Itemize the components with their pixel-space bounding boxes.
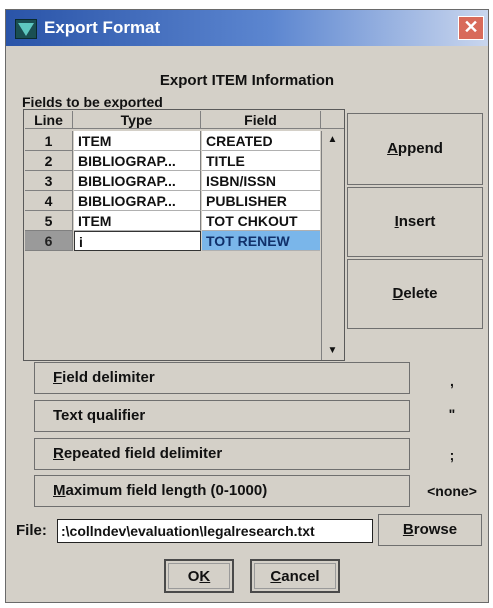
row-field[interactable]: ISBN/ISSN [202, 171, 320, 191]
delete-mnemonic: D [392, 285, 404, 302]
cancel-mnemonic: C [270, 568, 282, 585]
append-button[interactable]: Append [347, 113, 483, 185]
scroll-down-arrow-icon[interactable]: ▼ [323, 342, 342, 360]
row-line-number: 6 [25, 231, 73, 251]
app-logo-icon [15, 19, 37, 39]
append-label: ppend [397, 140, 443, 157]
row-line-number: 4 [25, 191, 73, 211]
column-header-field[interactable]: Field [201, 111, 321, 129]
row-type[interactable]: ITEM [74, 211, 201, 231]
browse-mnemonic: B [402, 521, 414, 538]
ok-button-face: OK [168, 563, 230, 589]
repeated-field-delimiter-label: epeated field delimiter [63, 445, 223, 462]
row-line-number: 3 [25, 171, 73, 191]
text-qualifier-button[interactable]: Text qualifier [34, 400, 410, 432]
repeated-field-delimiter-value: ; [449, 447, 455, 463]
delete-button[interactable]: Delete [347, 259, 483, 329]
row-line-number: 5 [25, 211, 73, 231]
row-type[interactable]: ITEM [74, 131, 201, 151]
row-field[interactable]: TOT CHKOUT [202, 211, 320, 231]
fields-label: Fields to be exported [22, 94, 163, 110]
field-delimiter-label: ield delimiter [62, 369, 155, 386]
cancel-label: ancel [281, 568, 320, 585]
row-line-number: 2 [25, 151, 73, 171]
row-field[interactable]: TITLE [202, 151, 320, 171]
row-field[interactable]: PUBLISHER [202, 191, 320, 211]
text-qualifier-label: Text qualifier [53, 407, 146, 424]
insert-button[interactable]: Insert [347, 187, 483, 257]
window-title: Export Format [44, 18, 161, 37]
text-qualifier-value: " [448, 406, 456, 422]
export-fields-table: Line Type Field 1 ITEM CREATED 2 BIBLIOG… [23, 109, 345, 361]
ok-button[interactable]: OK [164, 559, 234, 593]
close-icon[interactable]: ✕ [458, 16, 484, 40]
file-label: File: [16, 522, 47, 539]
browse-label: rowse [413, 521, 458, 538]
dialog-heading: Export ITEM Information [159, 72, 335, 89]
cancel-button[interactable]: Cancel [250, 559, 340, 593]
max-field-length-mnemonic: M [53, 482, 66, 499]
row-type[interactable]: BIBLIOGRAP... [74, 151, 201, 171]
file-path-input[interactable] [57, 519, 373, 543]
repeated-field-delimiter-mnemonic: R [53, 445, 64, 462]
ok-mnemonic: K [199, 568, 211, 585]
field-delimiter-mnemonic: F [53, 369, 63, 386]
max-field-length-value: <none> [427, 483, 477, 499]
column-header-type[interactable]: Type [73, 111, 201, 129]
scroll-up-arrow-icon[interactable]: ▲ [323, 131, 342, 149]
column-header-corner [321, 111, 344, 129]
column-header-line[interactable]: Line [25, 111, 73, 129]
field-delimiter-button[interactable]: Field delimiter [34, 362, 410, 394]
field-delimiter-value: , [450, 373, 454, 389]
max-field-length-label: aximum field length (0-1000) [65, 482, 268, 499]
browse-button[interactable]: Browse [378, 514, 482, 546]
ok-label: O [187, 568, 200, 585]
append-mnemonic: A [387, 140, 398, 157]
row-type[interactable]: BIBLIOGRAP... [74, 171, 201, 191]
row-type[interactable]: BIBLIOGRAP... [74, 191, 201, 211]
table-scrollbar[interactable]: ▲ ▼ [321, 131, 343, 360]
row-field[interactable]: CREATED [202, 131, 320, 151]
row-type-editor[interactable]: i [74, 231, 201, 251]
row-line-number: 1 [25, 131, 73, 151]
repeated-field-delimiter-button[interactable]: Repeated field delimiter [34, 438, 410, 470]
title-bar[interactable]: Export Format ✕ [6, 10, 488, 46]
export-format-dialog: Export Format ✕ Export ITEM Information … [5, 9, 489, 603]
insert-label: nsert [398, 213, 436, 230]
max-field-length-button[interactable]: Maximum field length (0-1000) [34, 475, 410, 507]
cancel-button-face: Cancel [254, 563, 336, 589]
row-field[interactable]: TOT RENEW [202, 231, 320, 251]
delete-label: elete [403, 285, 438, 302]
